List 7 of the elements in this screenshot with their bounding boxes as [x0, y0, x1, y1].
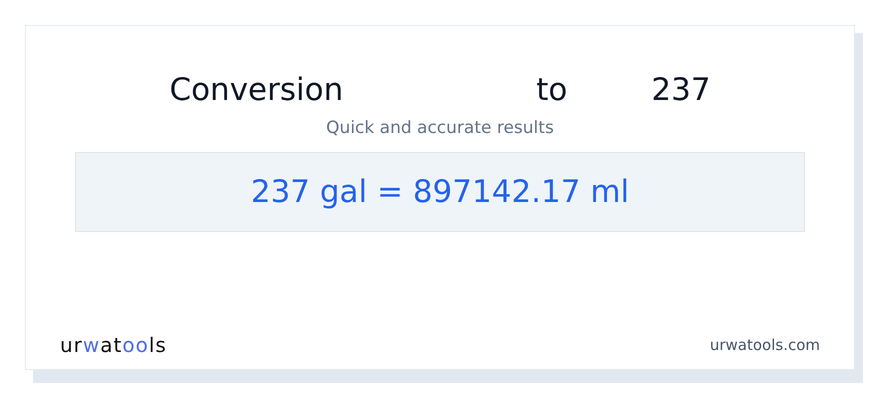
title-word: 237 [651, 71, 711, 110]
domain-text: urwatools.com [710, 336, 820, 354]
title-word: Conversion [169, 71, 344, 110]
title-word: to [536, 71, 568, 110]
result-text: 237 gal = 897142.17 ml [75, 152, 805, 232]
subtitle: Quick and accurate results [326, 118, 554, 138]
logo: urwatools [60, 333, 167, 357]
